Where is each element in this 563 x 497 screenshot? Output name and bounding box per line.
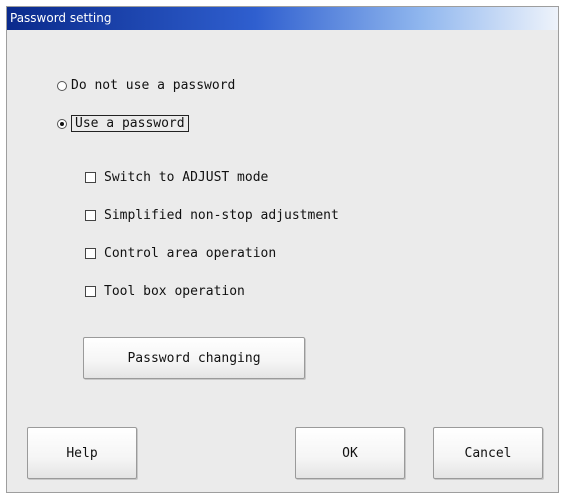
- checkbox-label: Switch to ADJUST mode: [104, 170, 269, 185]
- checkbox-label: Tool box operation: [104, 284, 245, 299]
- ok-button[interactable]: OK: [295, 427, 405, 479]
- checkbox-icon: [85, 286, 96, 297]
- checkbox-label: Control area operation: [104, 246, 277, 261]
- checkbox-tool-box-operation[interactable]: Tool box operation: [85, 284, 245, 299]
- radio-selected-icon: [57, 118, 67, 129]
- dialog-title: Password setting: [7, 7, 558, 30]
- radio-icon: [57, 80, 67, 91]
- checkbox-control-area-operation[interactable]: Control area operation: [85, 246, 276, 261]
- checkbox-label: Simplified non-stop adjustment: [104, 208, 339, 223]
- checkbox-icon: [85, 172, 96, 183]
- password-changing-button[interactable]: Password changing: [83, 337, 305, 379]
- checkbox-icon: [85, 248, 96, 259]
- checkbox-simplified-non-stop-adjustment[interactable]: Simplified non-stop adjustment: [85, 208, 339, 223]
- radio-label: Do not use a password: [71, 78, 236, 93]
- radio-do-not-use-password[interactable]: Do not use a password: [57, 78, 235, 93]
- checkbox-icon: [85, 210, 96, 221]
- help-button[interactable]: Help: [27, 427, 137, 479]
- checkbox-switch-to-adjust-mode[interactable]: Switch to ADJUST mode: [85, 170, 268, 185]
- radio-label: Use a password: [71, 115, 189, 132]
- cancel-button[interactable]: Cancel: [433, 427, 543, 479]
- radio-use-password[interactable]: Use a password: [57, 115, 189, 132]
- password-setting-dialog: Password setting Do not use a password U…: [6, 6, 559, 493]
